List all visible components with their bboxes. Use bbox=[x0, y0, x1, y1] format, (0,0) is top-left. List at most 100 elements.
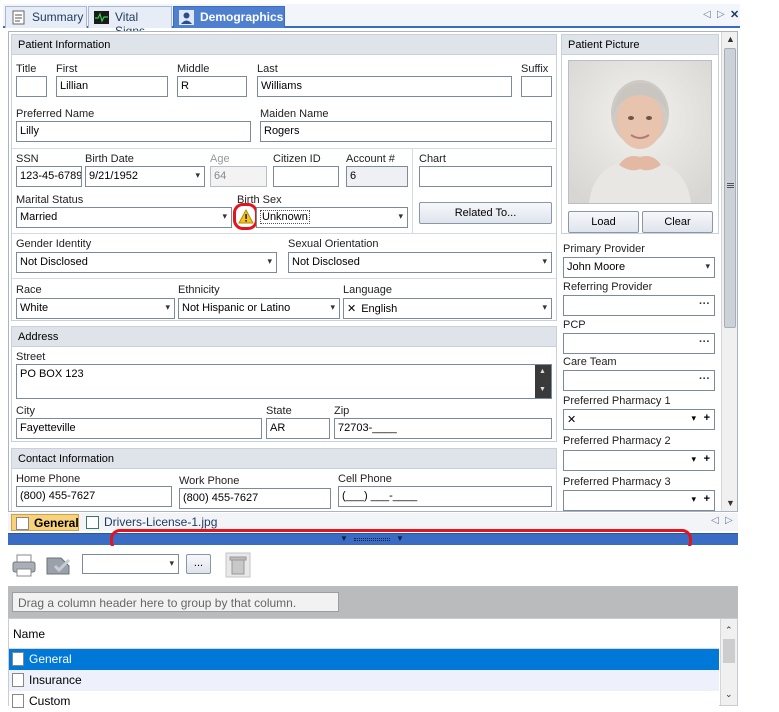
patient-picture-section: Patient Picture Load Clear bbox=[561, 34, 719, 234]
scroll-down-icon[interactable]: ⌄ bbox=[725, 689, 733, 700]
ssn-field[interactable]: 123-45-6789 bbox=[16, 166, 82, 187]
age-label: Age bbox=[210, 153, 230, 165]
scanner-icon[interactable] bbox=[43, 552, 73, 578]
middle-name-label: Middle bbox=[177, 63, 210, 75]
work-phone-label: Work Phone bbox=[179, 475, 240, 487]
panel-scrollbar[interactable]: ▲ ▼ bbox=[721, 32, 737, 511]
tab-prev-icon[interactable]: ◁ bbox=[711, 515, 719, 526]
scroll-thumb[interactable] bbox=[724, 48, 736, 328]
primary-provider-select[interactable]: John Moore bbox=[563, 257, 715, 278]
chevron-down-icon[interactable]: ▾ bbox=[691, 413, 696, 424]
document-type-select[interactable] bbox=[82, 554, 179, 574]
citizen-id-field[interactable] bbox=[273, 166, 339, 187]
cell-phone-field[interactable]: (___) ___-____ bbox=[338, 486, 552, 507]
browse-button[interactable]: ... bbox=[186, 554, 211, 574]
gender-identity-label: Gender Identity bbox=[16, 238, 92, 250]
citizen-id-label: Citizen ID bbox=[273, 153, 321, 165]
chevron-down-icon[interactable]: ▾ bbox=[691, 454, 696, 465]
close-icon[interactable]: ✕ bbox=[730, 8, 739, 21]
summary-icon bbox=[11, 10, 26, 25]
race-select[interactable]: White bbox=[16, 298, 175, 319]
tab-vital-signs[interactable]: Vital Signs bbox=[88, 6, 172, 38]
document-icon bbox=[12, 673, 24, 687]
scroll-thumb[interactable] bbox=[723, 639, 735, 663]
load-picture-button[interactable]: Load bbox=[568, 211, 639, 233]
maiden-name-field[interactable]: Rogers bbox=[260, 121, 552, 142]
zip-label: Zip bbox=[334, 405, 350, 417]
group-by-hint: Drag a column header here to group by th… bbox=[12, 592, 339, 612]
tab-bar: Summary Vital Signs Demographics ◁ ▷ ✕ bbox=[3, 4, 740, 38]
state-field[interactable]: AR bbox=[266, 418, 330, 439]
chevron-down-icon[interactable]: ▾ bbox=[691, 494, 696, 505]
grid-scrollbar[interactable]: ⌃ ⌄ bbox=[720, 619, 737, 705]
suffix-label: Suffix bbox=[521, 63, 549, 75]
middle-name-field[interactable]: R bbox=[177, 76, 247, 97]
row-label: Insurance bbox=[29, 673, 82, 687]
document-icon bbox=[12, 694, 24, 708]
city-label: City bbox=[16, 405, 35, 417]
city-field[interactable]: Fayetteville bbox=[16, 418, 262, 439]
related-to-button[interactable]: Related To... bbox=[419, 202, 552, 224]
marital-status-select[interactable]: Married bbox=[16, 207, 232, 228]
pharmacy-1-select[interactable]: ✕ ▾ + bbox=[563, 409, 715, 430]
column-header-name[interactable]: Name bbox=[9, 619, 719, 649]
table-row[interactable]: Insurance bbox=[9, 670, 719, 691]
add-icon[interactable]: + bbox=[704, 453, 710, 465]
preferred-name-field[interactable]: Lilly bbox=[16, 121, 251, 142]
table-row[interactable]: General bbox=[9, 649, 719, 670]
birth-date-label: Birth Date bbox=[85, 153, 134, 165]
pcp-field[interactable] bbox=[563, 333, 715, 354]
row-label: General bbox=[29, 652, 72, 666]
work-phone-field[interactable]: (800) 455-7627 bbox=[179, 488, 331, 509]
language-select[interactable]: ✕ English bbox=[343, 298, 552, 319]
zip-field[interactable]: 72703-____ bbox=[334, 418, 552, 439]
pharmacy-2-select[interactable]: ▾ + bbox=[563, 450, 715, 471]
scroll-up-icon[interactable]: ⌃ bbox=[725, 625, 733, 636]
tab-prev-icon[interactable]: ◁ bbox=[703, 9, 711, 20]
street-field[interactable]: PO BOX 123 bbox=[16, 364, 552, 399]
sexual-orientation-select[interactable]: Not Disclosed bbox=[288, 252, 552, 273]
referring-provider-field[interactable] bbox=[563, 295, 715, 316]
street-scrollbar[interactable]: ▲ ▼ bbox=[535, 365, 551, 398]
account-number-label: Account # bbox=[346, 153, 395, 165]
pharmacy-3-select[interactable]: ▾ + bbox=[563, 490, 715, 511]
first-name-field[interactable]: Lillian bbox=[56, 76, 168, 97]
scroll-down-icon[interactable]: ▼ bbox=[726, 498, 735, 508]
clear-x-icon[interactable]: ✕ bbox=[567, 414, 576, 426]
table-row[interactable]: Custom bbox=[9, 691, 719, 712]
tab-general[interactable]: General bbox=[11, 514, 79, 531]
care-team-field[interactable] bbox=[563, 370, 715, 391]
street-label: Street bbox=[16, 351, 46, 363]
add-icon[interactable]: + bbox=[704, 493, 710, 505]
clear-x-icon[interactable]: ✕ bbox=[347, 303, 356, 315]
chart-field[interactable] bbox=[419, 166, 552, 187]
title-field[interactable] bbox=[16, 76, 47, 97]
gender-identity-select[interactable]: Not Disclosed bbox=[16, 252, 277, 273]
care-team-label: Care Team bbox=[563, 356, 617, 368]
group-by-panel[interactable]: Drag a column header here to group by th… bbox=[8, 586, 738, 618]
chart-label: Chart bbox=[419, 153, 446, 165]
birth-sex-select[interactable]: Unknown bbox=[256, 207, 408, 228]
tab-label: Demographics bbox=[200, 10, 284, 24]
trash-icon[interactable] bbox=[224, 551, 252, 579]
tab-next-icon[interactable]: ▷ bbox=[717, 9, 725, 20]
last-name-field[interactable]: Williams bbox=[257, 76, 512, 97]
pharmacy-3-label: Preferred Pharmacy 3 bbox=[563, 476, 671, 488]
section-header: Address bbox=[12, 327, 556, 347]
scroll-up-icon[interactable]: ▲ bbox=[726, 34, 735, 44]
address-section: Address Street PO BOX 123 ▲ ▼ City Fayet… bbox=[11, 326, 557, 442]
tab-next-icon[interactable]: ▷ bbox=[725, 515, 733, 526]
suffix-field[interactable] bbox=[521, 76, 552, 97]
account-number-field: 6 bbox=[346, 166, 408, 187]
home-phone-field[interactable]: (800) 455-7627 bbox=[16, 486, 172, 507]
print-icon[interactable] bbox=[11, 552, 37, 578]
title-label: Title bbox=[16, 63, 37, 75]
add-icon[interactable]: + bbox=[704, 412, 710, 424]
tab-demographics[interactable]: Demographics bbox=[173, 6, 285, 28]
clear-picture-button[interactable]: Clear bbox=[642, 211, 713, 233]
ethnicity-select[interactable]: Not Hispanic or Latino bbox=[178, 298, 340, 319]
document-icon bbox=[16, 517, 29, 530]
image-file-icon bbox=[86, 516, 99, 529]
birth-date-picker[interactable]: 9/21/1952 bbox=[85, 166, 205, 187]
tab-summary[interactable]: Summary bbox=[5, 6, 87, 28]
